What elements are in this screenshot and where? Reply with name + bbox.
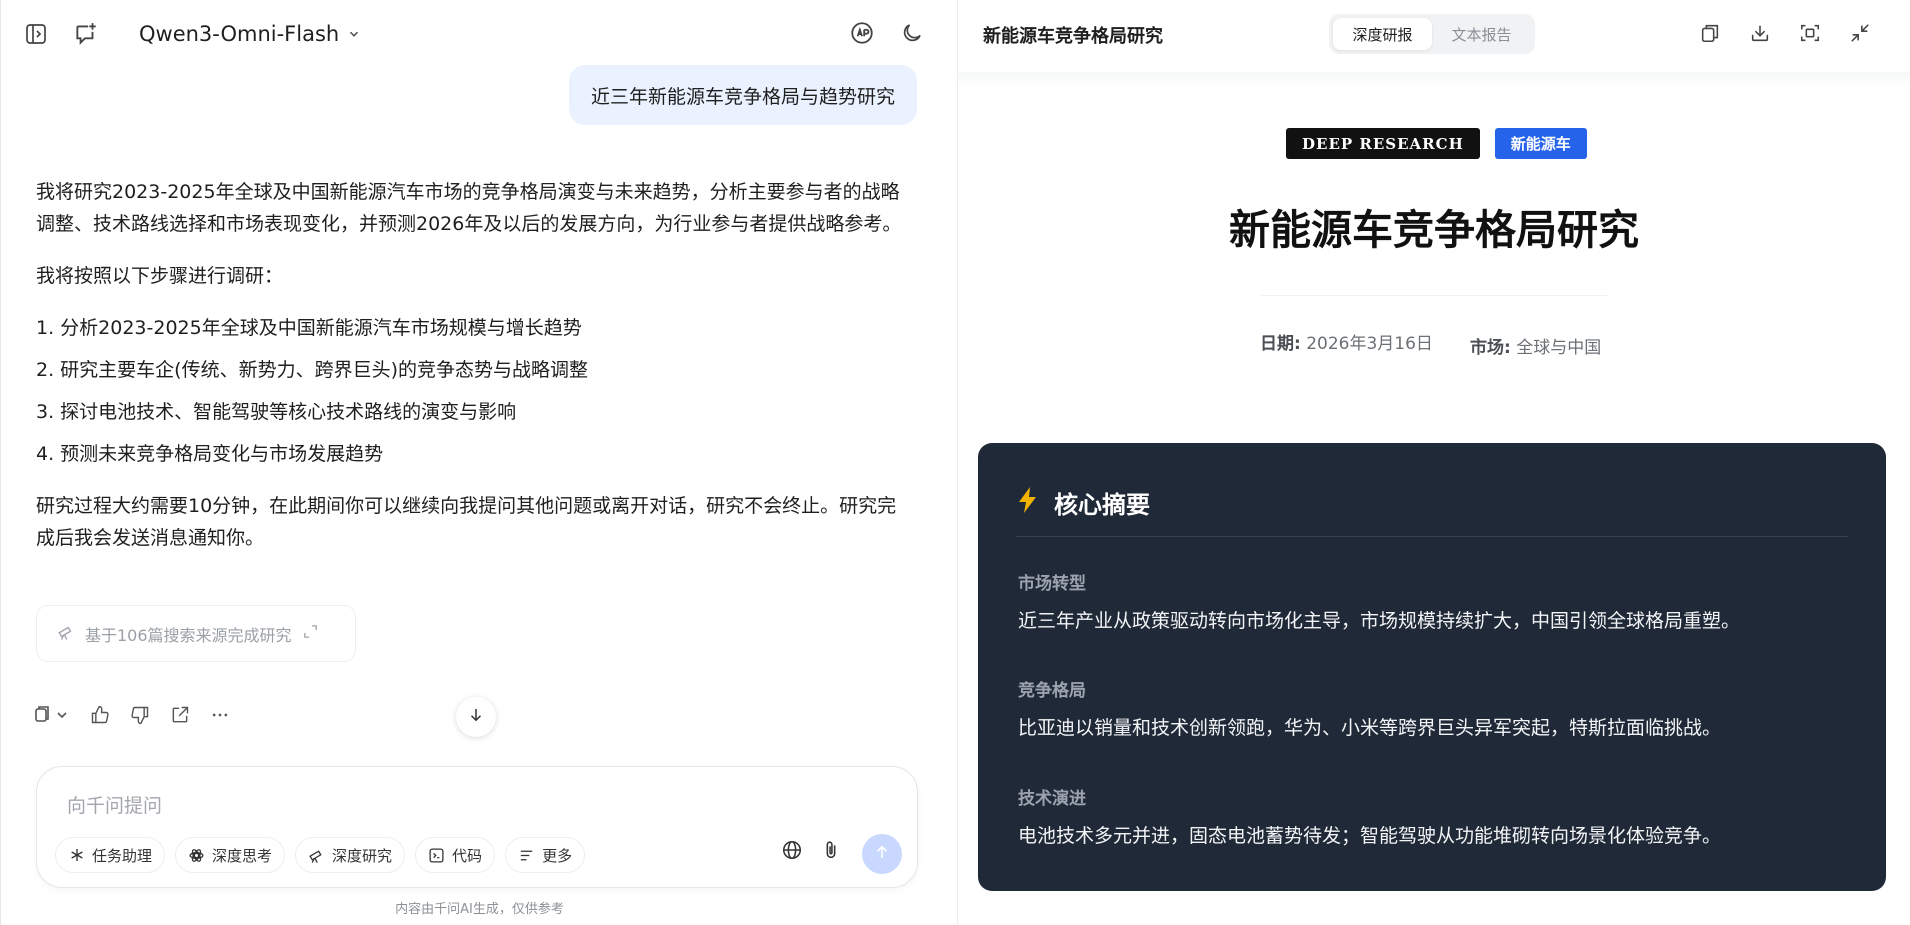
summary-section-text: 电池技术多元并进，固态电池蓄势待发；智能驾驶从功能堆砌转向场景化体验竞争。 [1018, 825, 1722, 847]
brain-icon [188, 847, 205, 864]
ai-disclaimer: 内容由千问AI生成，仅供参考 [395, 902, 564, 917]
composer-chips: 任务助理 深度思考 深度研究 代码 更多 [55, 837, 586, 873]
summary-section-text: 近三年产业从政策驱动转向市场化主导，市场规模持续扩大，中国引领全球格局重塑。 [1018, 610, 1741, 632]
core-summary-card: 核心摘要 市场转型 近三年产业从政策驱动转向市场化主导，市场规模持续扩大，中国引… [978, 443, 1886, 891]
chip-label: 深度思考 [212, 846, 273, 865]
share-icon[interactable] [169, 704, 191, 726]
telescope-icon [57, 623, 75, 645]
report-market: 市场: 全球与中国 [1470, 333, 1601, 358]
tab-text-report[interactable]: 文本报告 [1432, 18, 1531, 50]
chip-deep-research[interactable]: 深度研究 [295, 837, 406, 873]
expand-icon [302, 623, 319, 644]
chip-code[interactable]: 代码 [415, 837, 496, 873]
copy-icon[interactable] [33, 704, 71, 726]
summary-section-label: 市场转型 [1018, 574, 1086, 594]
answer-step: 1. 分析2023-2025年全球及中国新能源汽车市场规模与增长趋势 [36, 317, 582, 339]
tag-deep-research: DEEP RESEARCH [1286, 128, 1480, 159]
chip-label: 深度研究 [332, 846, 393, 865]
summary-heading-text: 核心摘要 [1054, 491, 1150, 519]
collapse-icon[interactable] [1847, 20, 1873, 46]
send-button[interactable] [862, 834, 902, 874]
answer-steps-intro: 我将按照以下步骤进行调研： [36, 265, 284, 287]
chevron-down-icon [347, 22, 361, 46]
summary-section-label: 技术演进 [1018, 789, 1086, 809]
user-message-bubble: 近三年新能源车竞争格局与趋势研究 [568, 65, 917, 125]
report-title: 新能源车竞争格局研究 [1229, 206, 1639, 254]
market-label: 市场: [1470, 338, 1511, 358]
globe-icon[interactable] [780, 838, 804, 862]
message-actions [33, 704, 231, 726]
translate-icon[interactable] [848, 19, 876, 47]
thumbs-down-icon[interactable] [129, 704, 151, 726]
title-divider [1261, 295, 1607, 296]
code-icon [428, 847, 445, 864]
screenshot-icon[interactable] [1797, 20, 1823, 46]
chip-task-assistant[interactable]: 任务助理 [55, 837, 166, 873]
tab-deep-research[interactable]: 深度研报 [1333, 18, 1432, 50]
answer-intro: 我将研究2023-2025年全球及中国新能源汽车市场的竞争格局演变与未来趋势，分… [36, 181, 902, 235]
date-label: 日期: [1260, 334, 1301, 354]
report-pane: 新能源车竞争格局研究 深度研报 文本报告 DEEP RESEARCH 新能源车 … [958, 0, 1910, 925]
date-value: 2026年3月16日 [1306, 334, 1433, 354]
asterisk-icon [68, 847, 85, 864]
thumbs-up-icon[interactable] [89, 704, 111, 726]
lightning-bolt-icon [1016, 486, 1040, 520]
message-composer[interactable]: 向千问提问 任务助理 深度思考 深度研究 代码 更多 [36, 766, 918, 888]
answer-steps-list: 1. 分析2023-2025年全球及中国新能源汽车市场规模与增长趋势 2. 研究… [36, 312, 911, 470]
scroll-to-bottom-button[interactable] [456, 697, 496, 737]
answer-closing: 研究过程大约需要10分钟，在此期间你可以继续向我提问其他问题或离开对话，研究不会… [36, 495, 897, 549]
summary-section-label: 竞争格局 [1018, 681, 1086, 701]
chip-label: 更多 [542, 846, 573, 865]
arrow-up-icon [873, 843, 891, 865]
answer-step: 4. 预测未来竞争格局变化与市场发展趋势 [36, 443, 384, 465]
sidebar-toggle-icon[interactable] [22, 20, 50, 48]
telescope-icon [308, 847, 325, 864]
new-chat-icon[interactable] [72, 20, 100, 48]
chip-label: 任务助理 [92, 846, 153, 865]
arrow-down-icon [467, 706, 485, 728]
report-panel-title: 新能源车竞争格局研究 [983, 26, 1163, 47]
moon-icon[interactable] [898, 19, 926, 47]
copy-icon[interactable] [1697, 20, 1723, 46]
user-message-text: 近三年新能源车竞争格局与趋势研究 [590, 85, 895, 108]
research-sources-card[interactable]: 基于106篇搜索来源完成研究 [36, 605, 356, 662]
market-value: 全球与中国 [1516, 338, 1602, 358]
chip-more[interactable]: 更多 [505, 837, 586, 873]
chip-deep-thinking[interactable]: 深度思考 [175, 837, 286, 873]
summary-section: 市场转型 近三年产业从政策驱动转向市场化主导，市场规模持续扩大，中国引领全球格局… [1018, 569, 1740, 633]
summary-divider [1016, 536, 1848, 537]
report-date: 日期: 2026年3月16日 [1260, 329, 1433, 354]
summary-section: 技术演进 电池技术多元并进，固态电池蓄势待发；智能驾驶从功能堆砌转向场景化体验竞… [1018, 784, 1721, 848]
chip-label: 代码 [452, 846, 483, 865]
assistant-answer: 我将研究2023-2025年全球及中国新能源汽车市场的竞争格局演变与未来趋势，分… [36, 176, 911, 574]
report-view-tabs: 深度研报 文本报告 [1329, 14, 1535, 54]
paperclip-icon[interactable] [819, 838, 843, 862]
answer-step: 3. 探讨电池技术、智能驾驶等核心技术路线的演变与影响 [36, 401, 517, 423]
summary-heading: 核心摘要 [1016, 485, 1150, 520]
model-name: Qwen3-Omni-Flash [139, 22, 340, 46]
model-selector[interactable]: Qwen3-Omni-Flash [139, 18, 361, 50]
report-tags: DEEP RESEARCH 新能源车 [1286, 128, 1587, 159]
header-shadow [958, 72, 1910, 86]
menu-lines-icon [518, 847, 535, 864]
download-icon[interactable] [1747, 20, 1773, 46]
composer-placeholder[interactable]: 向千问提问 [67, 791, 162, 818]
summary-section: 竞争格局 比亚迪以销量和技术创新领跑，华为、小米等跨界巨头异军突起，特斯拉面临挑… [1018, 676, 1721, 740]
sources-summary-text: 基于106篇搜索来源完成研究 [85, 625, 292, 645]
summary-section-text: 比亚迪以销量和技术创新领跑，华为、小米等跨界巨头异军突起，特斯拉面临挑战。 [1018, 717, 1722, 739]
chat-pane: Qwen3-Omni-Flash 近三年新能源车竞争格局与趋势研究 我将研究20… [0, 0, 957, 925]
more-icon[interactable] [209, 704, 231, 726]
answer-step: 2. 研究主要车企(传统、新势力、跨界巨头)的竞争态势与战略调整 [36, 359, 588, 381]
tag-category: 新能源车 [1494, 128, 1587, 159]
